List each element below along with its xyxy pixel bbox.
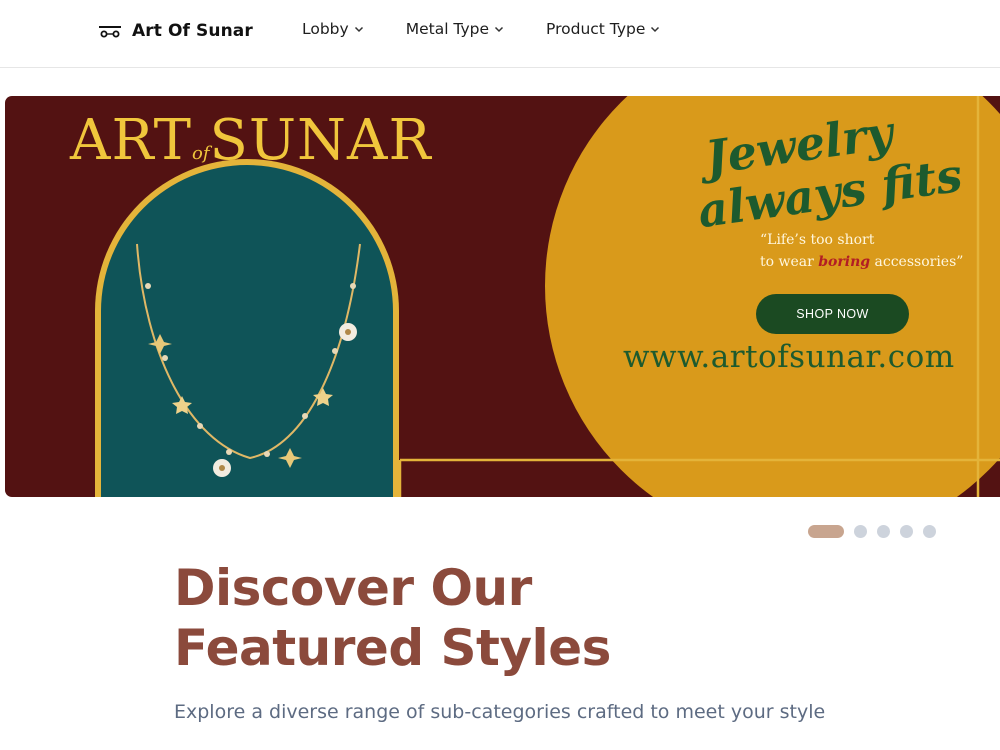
carousel-dot-3[interactable] [877, 525, 890, 538]
featured-heading-line2: Featured Styles [174, 619, 611, 677]
hero-quote-highlight: boring [818, 254, 871, 270]
hero-quote-start: to wear [760, 254, 814, 270]
nav-metal-type-label: Metal Type [405, 20, 490, 38]
hero-logo-sunar: SUNAR [209, 108, 432, 173]
hero-logo: ARTofSUNAR [70, 108, 432, 178]
nav-metal-type[interactable]: Metal Type [406, 20, 504, 38]
carousel-indicators [808, 525, 936, 538]
featured-subtitle: Explore a diverse range of sub-categorie… [174, 701, 826, 723]
nav-lobby-label: Lobby [302, 20, 349, 38]
featured-heading-line1: Discover Our [174, 559, 532, 617]
brand-home-link[interactable]: Art Of Sunar [98, 18, 253, 44]
nav-product-type[interactable]: Product Type [546, 20, 660, 38]
brand-name: Art Of Sunar [132, 21, 253, 41]
featured-heading: Discover Our Featured Styles [174, 558, 774, 678]
carousel-dot-5[interactable] [923, 525, 936, 538]
main-nav: Lobby Metal Type Product Type [302, 20, 702, 38]
jewelry-cart-icon [99, 26, 121, 38]
hero-quote: “Life’s too short to wear boring accesso… [760, 229, 963, 273]
chevron-down-icon [651, 26, 660, 32]
chevron-down-icon [495, 26, 504, 32]
carousel-dot-1[interactable] [808, 525, 844, 538]
nav-lobby[interactable]: Lobby [302, 20, 364, 38]
carousel-dot-4[interactable] [900, 525, 913, 538]
hero-website-url: www.artofsunar.com [623, 339, 955, 375]
shop-now-button[interactable]: SHOP NOW [756, 294, 909, 334]
hero-logo-of: of [191, 143, 210, 164]
chevron-down-icon [354, 26, 363, 32]
hero-quote-line1: “Life’s too short [760, 232, 875, 248]
hero-quote-line2: to wear boring accessories” [760, 251, 963, 273]
top-navbar: Art Of Sunar Lobby Metal Type Product Ty… [0, 0, 1000, 68]
nav-product-type-label: Product Type [546, 20, 646, 38]
hero-quote-end: accessories” [874, 254, 964, 270]
carousel-dot-2[interactable] [854, 525, 867, 538]
hero-banner[interactable]: ARTofSUNAR Jewelry always fits “Life’s t… [5, 96, 1000, 497]
hero-logo-art: ART [70, 108, 192, 173]
